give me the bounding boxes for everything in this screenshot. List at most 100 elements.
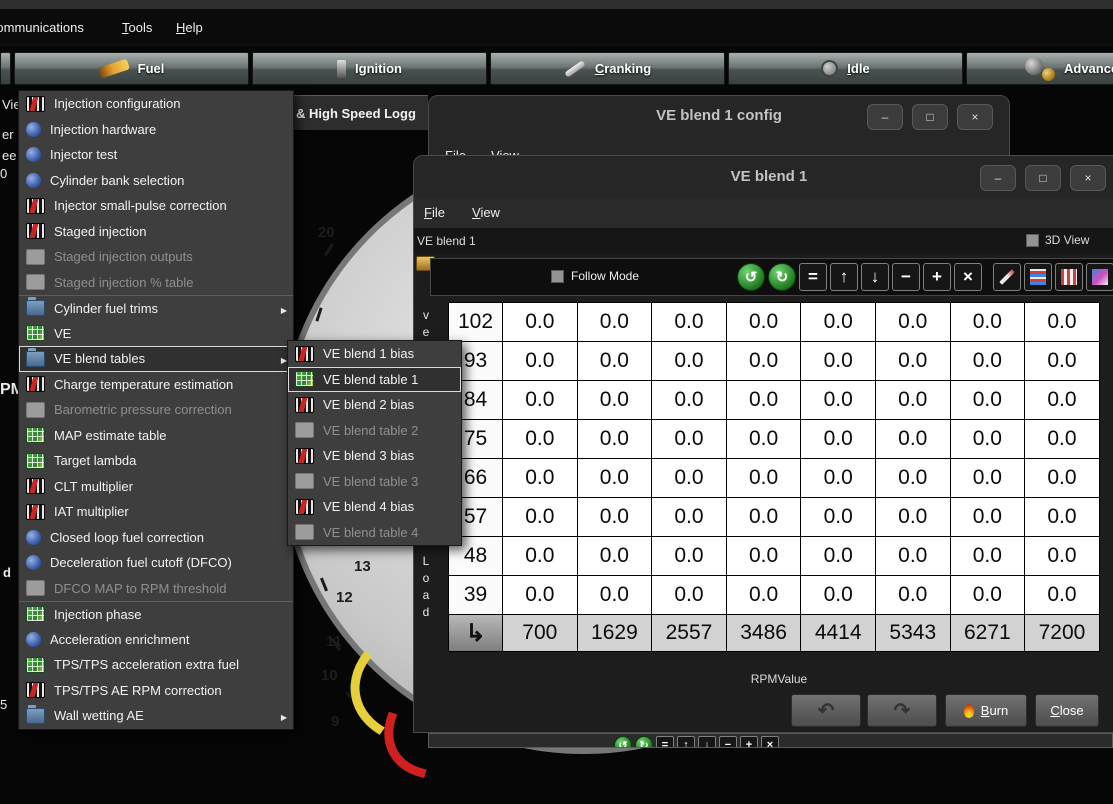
menu-help[interactable]: Help [176, 20, 203, 35]
menu-item[interactable]: Injection configuration [19, 91, 293, 117]
menu-tools[interactable]: Tools [122, 20, 152, 35]
table-cell[interactable]: 0.0 [950, 497, 1026, 537]
x-axis-cell[interactable]: 3486 [726, 614, 802, 652]
table-cell[interactable]: 0.0 [950, 458, 1026, 498]
menu-file[interactable]: File [424, 205, 445, 220]
window-titlebar[interactable]: VE blend 1 – □ × [414, 156, 1113, 198]
menu-item[interactable]: VE blend tables [19, 346, 293, 372]
menu-view[interactable]: View [472, 205, 500, 220]
3d-view-checkbox[interactable] [1026, 234, 1039, 247]
menu-item[interactable]: VE [19, 321, 293, 347]
table-cell[interactable]: 0.0 [651, 458, 727, 498]
axis-swap-icon[interactable]: ↳ [448, 614, 503, 652]
menu-item[interactable]: VE blend 1 bias [288, 341, 461, 367]
table-cell[interactable]: 0.0 [502, 302, 578, 342]
pencil-icon[interactable] [993, 263, 1021, 291]
table-cell[interactable]: 0.0 [875, 536, 951, 576]
table-cell[interactable]: 0.0 [651, 341, 727, 381]
logger-window-titlebar[interactable]: & High Speed Logg [292, 95, 428, 130]
burn-button[interactable]: Burn [945, 694, 1027, 727]
menu-item[interactable]: Charge temperature estimation [19, 372, 293, 398]
menu-item[interactable]: Cylinder bank selection [19, 168, 293, 194]
table-cell[interactable]: 0.0 [800, 575, 876, 615]
menu-item[interactable]: VE blend 4 bias [288, 494, 461, 520]
x-axis-cell[interactable]: 2557 [651, 614, 727, 652]
table-cell[interactable]: 0.0 [1024, 536, 1100, 576]
table-cell[interactable]: 0.0 [875, 380, 951, 420]
minimize-button[interactable]: – [867, 104, 903, 130]
close-button[interactable]: Close [1035, 694, 1099, 727]
table-cell[interactable]: 0.0 [800, 458, 876, 498]
minus-icon[interactable]: − [719, 736, 737, 748]
table-cell[interactable]: 0.0 [800, 497, 876, 537]
menu-item[interactable]: Deceleration fuel cutoff (DFCO) [19, 550, 293, 576]
table-cell[interactable]: 0.0 [577, 575, 653, 615]
increment-icon[interactable]: ↑ [677, 736, 695, 748]
table-cell[interactable]: 0.0 [577, 341, 653, 381]
table-cell[interactable]: 0.0 [577, 380, 653, 420]
table-cell[interactable]: 0.0 [726, 458, 802, 498]
horizontal-stripes-icon[interactable] [1024, 263, 1052, 291]
menu-item[interactable]: Injector test [19, 142, 293, 168]
plus-icon[interactable]: + [740, 736, 758, 748]
decrement-icon[interactable]: ↓ [698, 736, 716, 748]
table-cell[interactable]: 0.0 [875, 419, 951, 459]
table-cell[interactable]: 0.0 [651, 302, 727, 342]
table-cell[interactable]: 0.0 [875, 302, 951, 342]
follow-mode-checkbox[interactable] [551, 270, 564, 283]
redo-button[interactable]: ↷ [867, 694, 937, 727]
table-cell[interactable]: 0.0 [726, 536, 802, 576]
x-axis-cell[interactable]: 6271 [950, 614, 1026, 652]
table-cell[interactable]: 0.0 [577, 419, 653, 459]
table-cell[interactable]: 0.0 [950, 536, 1026, 576]
vertical-bars-icon[interactable] [1055, 263, 1083, 291]
gradient-map-icon[interactable] [1086, 263, 1113, 291]
table-cell[interactable]: 0.0 [502, 419, 578, 459]
tab-partial-left[interactable] [0, 52, 11, 85]
decrement-icon[interactable]: ↓ [861, 263, 889, 291]
minimize-button[interactable]: – [980, 165, 1016, 191]
table-cell[interactable]: 0.0 [502, 575, 578, 615]
table-cell[interactable]: 0.0 [875, 497, 951, 537]
interpolate-vertical-icon[interactable]: ↻ [768, 263, 796, 291]
maximize-button[interactable]: □ [912, 104, 948, 130]
x-axis-cell[interactable]: 1629 [577, 614, 653, 652]
menu-item[interactable]: TPS/TPS AE RPM correction [19, 678, 293, 704]
table-cell[interactable]: 0.0 [1024, 419, 1100, 459]
menu-item[interactable]: VE blend 3 bias [288, 443, 461, 469]
menu-item[interactable]: Injector small-pulse correction [19, 193, 293, 219]
table-cell[interactable]: 0.0 [502, 497, 578, 537]
x-axis-cell[interactable]: 700 [502, 614, 578, 652]
table-cell[interactable]: 0.0 [726, 419, 802, 459]
set-equal-icon[interactable]: = [656, 736, 674, 748]
menu-item[interactable]: Injection phase [19, 601, 293, 627]
table-cell[interactable]: 0.0 [726, 341, 802, 381]
menu-item[interactable]: Staged injection % table [19, 270, 293, 296]
close-button[interactable]: × [957, 104, 993, 130]
menu-item[interactable]: Wall wetting AE [19, 703, 293, 729]
clear-icon[interactable]: × [761, 736, 779, 748]
table-cell[interactable]: 0.0 [651, 575, 727, 615]
menu-item[interactable]: IAT multiplier [19, 499, 293, 525]
menu-item[interactable]: Target lambda [19, 448, 293, 474]
plus-icon[interactable]: + [923, 263, 951, 291]
menu-item[interactable]: DFCO MAP to RPM threshold [19, 576, 293, 602]
table-cell[interactable]: 0.0 [502, 341, 578, 381]
menu-item[interactable]: VE blend table 4 [288, 520, 461, 546]
menu-item[interactable]: Staged injection outputs [19, 244, 293, 270]
x-axis-cell[interactable]: 5343 [875, 614, 951, 652]
table-cell[interactable]: 0.0 [950, 380, 1026, 420]
table-cell[interactable]: 0.0 [577, 302, 653, 342]
menu-item[interactable]: TPS/TPS acceleration extra fuel [19, 652, 293, 678]
table-cell[interactable]: 0.0 [950, 575, 1026, 615]
clear-icon[interactable]: × [954, 263, 982, 291]
menu-item[interactable]: Closed loop fuel correction [19, 525, 293, 551]
menu-item[interactable]: VE blend table 3 [288, 469, 461, 495]
table-cell[interactable]: 0.0 [577, 458, 653, 498]
table-cell[interactable]: 0.0 [726, 497, 802, 537]
tab-advanced[interactable]: Advanced [966, 52, 1113, 85]
menu-item[interactable]: Injection hardware [19, 117, 293, 143]
table-cell[interactable]: 0.0 [875, 341, 951, 381]
table-cell[interactable]: 0.0 [502, 536, 578, 576]
table-cell[interactable]: 0.0 [1024, 302, 1100, 342]
